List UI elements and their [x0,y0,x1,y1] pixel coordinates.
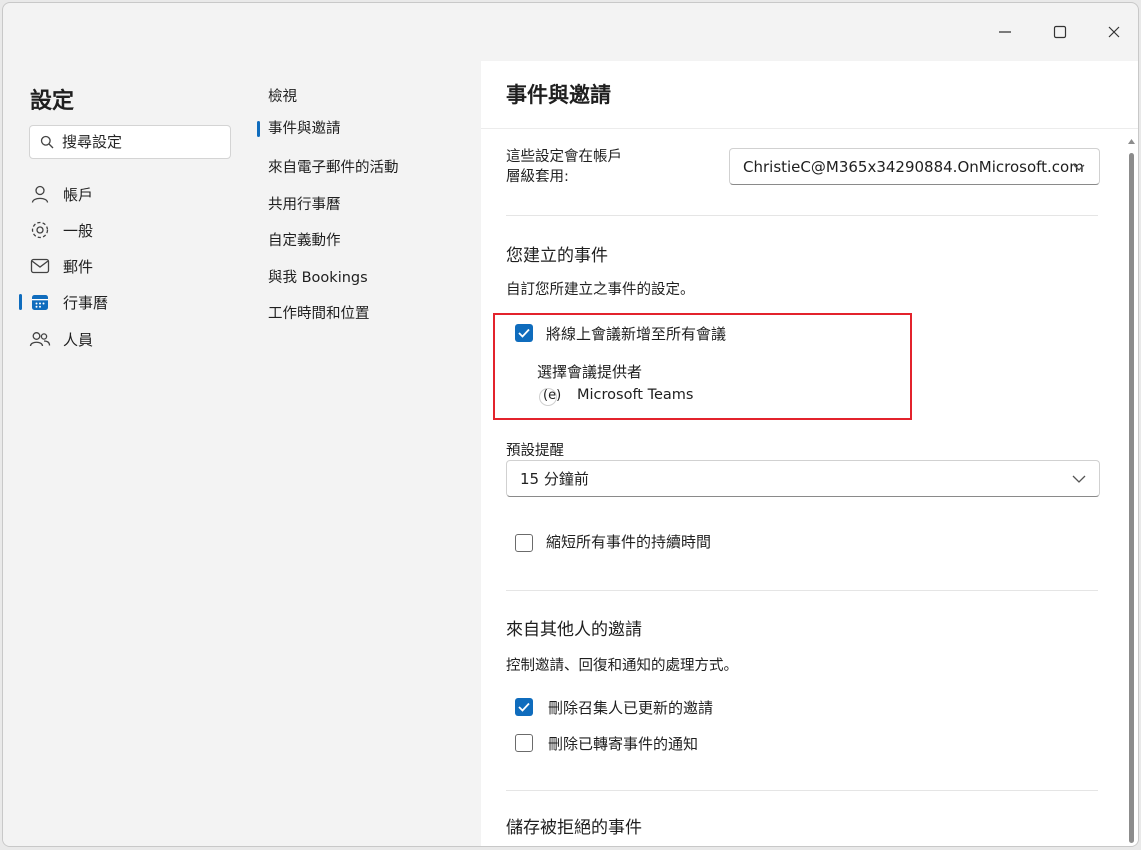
account-dropdown-value: ChristieC@M365x34290884.OnMicrosoft.com [743,157,1084,176]
sidebar-item-mail[interactable]: 郵件 [19,250,239,282]
sidebar-item-general[interactable]: 一般 [19,214,239,246]
subnav-item-view[interactable]: 檢視 [268,85,297,109]
settings-sidebar: 設定 帳戶 一般 郵件 [3,61,255,846]
section-description: 自訂您所建立之事件的設定。 [506,282,695,298]
section-title: 您建立的事件 [506,246,608,266]
subnav-item-events-invitations[interactable]: 事件與邀請 [257,117,341,141]
active-indicator [19,294,22,310]
close-button[interactable] [1099,17,1129,47]
calendar-subnav: 檢視 事件與邀請 來自電子郵件的活動 共用行事曆 自定義動作 與我 Bookin… [255,61,481,846]
maximize-icon [1053,25,1067,39]
maximize-button[interactable] [1045,17,1075,47]
meeting-provider-label: 選擇會議提供者 [537,363,643,381]
subnav-item-email-events[interactable]: 來自電子郵件的活動 [268,156,399,180]
section-divider [506,790,1098,791]
chevron-down-icon [1071,471,1087,487]
reminder-dropdown-value: 15 分鐘前 [520,470,589,488]
settings-window: 設定 帳戶 一般 郵件 [2,2,1139,847]
subnav-item-shared-calendars[interactable]: 共用行事曆 [268,193,341,217]
shorten-events-label: 縮短所有事件的持續時間 [546,533,712,551]
page-title: 事件與邀請 [506,83,611,107]
delete-updated-invites-label: 刪除召集人已更新的邀請 [548,699,714,717]
subnav-item-bookings[interactable]: 與我 Bookings [268,266,368,290]
scrollbar-thumb[interactable] [1129,153,1134,843]
chevron-down-icon [1071,159,1087,175]
subnav-item-label: 自定義動作 [268,233,341,249]
subnav-item-label: 工作時間和位置 [268,306,370,322]
subnav-item-work-hours[interactable]: 工作時間和位置 [268,302,370,326]
delete-forwarded-notifications-checkbox[interactable] [515,734,533,752]
subnav-item-label: 事件與邀請 [268,121,341,137]
delete-forwarded-notifications-label: 刪除已轉寄事件的通知 [548,735,699,753]
active-indicator [257,121,260,137]
teams-radio-marker: (e) [543,388,562,403]
checkmark-icon [518,328,530,338]
section-divider [506,215,1098,216]
gear-icon [29,219,51,241]
search-box[interactable] [29,125,231,159]
sidebar-item-account[interactable]: 帳戶 [19,178,239,210]
search-icon [40,135,54,149]
checkmark-icon [518,702,530,712]
section-description: 控制邀請、回復和通知的處理方式。 [506,658,738,674]
subnav-item-label: 檢視 [268,89,297,105]
calendar-icon [29,291,51,313]
add-online-meeting-label: 將線上會議新增至所有會議 [546,325,727,343]
account-scope-label: 這些設定會在帳戶 層級套用: [506,149,622,185]
settings-content: 事件與邀請 這些設定會在帳戶 層級套用: ChristieC@M365x3429… [481,61,1138,846]
reminder-label: 預設提醒 [506,443,564,459]
sidebar-item-label: 一般 [63,221,94,240]
add-online-meeting-checkbox[interactable] [515,324,533,342]
subnav-item-label: 共用行事曆 [268,197,341,213]
sidebar-item-people[interactable]: 人員 [19,323,239,355]
people-icon [29,328,51,350]
settings-title: 設定 [30,89,75,114]
subnav-item-label: 與我 Bookings [268,270,368,286]
sidebar-item-label: 行事曆 [63,293,109,312]
section-title: 儲存被拒絕的事件 [506,818,642,838]
delete-updated-invites-checkbox[interactable] [515,698,533,716]
mail-icon [29,255,51,277]
subnav-item-custom-actions[interactable]: 自定義動作 [268,229,341,253]
sidebar-item-label: 帳戶 [63,185,94,204]
reminder-dropdown[interactable]: 15 分鐘前 [506,460,1100,497]
scroll-up-icon[interactable] [1127,137,1136,145]
section-title: 來自其他人的邀請 [506,620,642,640]
sidebar-item-label: 人員 [63,330,94,349]
sidebar-item-calendar[interactable]: 行事曆 [19,286,239,318]
close-icon [1108,26,1120,38]
minimize-button[interactable] [990,17,1020,47]
section-divider [506,590,1098,591]
subnav-item-label: 來自電子郵件的活動 [268,160,399,176]
header-divider [481,128,1138,129]
search-input[interactable] [62,133,212,151]
teams-provider-label: Microsoft Teams [577,387,694,403]
shorten-events-checkbox[interactable] [515,534,533,552]
account-dropdown[interactable]: ChristieC@M365x34290884.OnMicrosoft.com [729,148,1100,185]
title-bar [3,3,1138,61]
sidebar-item-label: 郵件 [63,257,94,276]
person-icon [29,183,51,205]
minimize-icon [999,31,1011,33]
